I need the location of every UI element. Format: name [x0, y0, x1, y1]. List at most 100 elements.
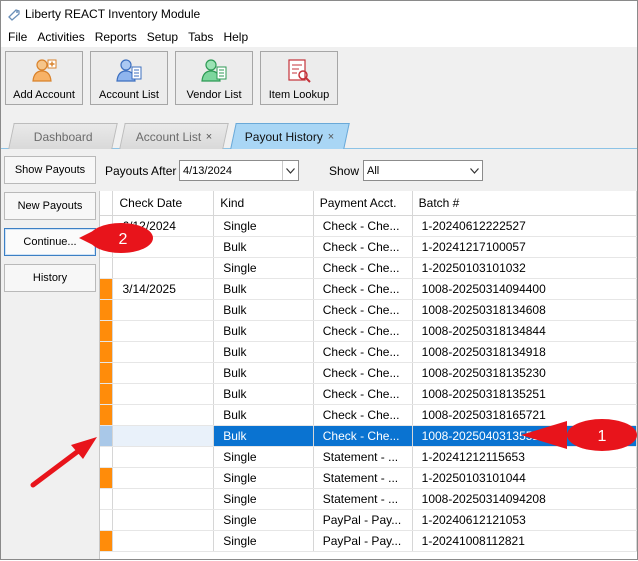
status-marker	[100, 362, 112, 382]
table-row[interactable]: Single Check - Che... 1-20250103101032	[100, 257, 637, 279]
payment-acct-cell: Check - Che...	[313, 341, 413, 363]
row-status-indicator	[100, 446, 114, 468]
row-status-indicator	[100, 404, 114, 426]
payment-acct-cell: Check - Che...	[313, 320, 413, 342]
check-date-cell	[112, 257, 215, 279]
row-status-indicator	[100, 509, 114, 531]
vendor-list-icon	[201, 59, 227, 82]
side-panel: Show Payouts New Payouts Continue... His…	[1, 150, 99, 559]
table-row[interactable]: 3/14/2025 Bulk Check - Che... 1008-20250314…	[100, 278, 637, 300]
check-date-cell	[112, 488, 215, 510]
payment-acct-cell: Statement - ...	[313, 488, 413, 510]
table-row[interactable]: Bulk Check - Che... 1008-20250403135518	[100, 425, 637, 447]
batch-cell: 1-20250103101044	[412, 467, 637, 489]
menu-help[interactable]: Help	[218, 30, 253, 44]
kind-cell: Bulk	[213, 425, 314, 447]
check-date-cell	[112, 236, 215, 258]
continue-button[interactable]: Continue...	[4, 228, 96, 256]
tab-account-list-label: Account List	[135, 129, 201, 144]
check-date-cell	[112, 341, 215, 363]
payment-acct-cell: Statement - ...	[313, 446, 413, 468]
batch-cell: 1-20240612222527	[412, 215, 637, 237]
table-row[interactable]: Bulk Check - Che... 1008-20250318134608	[100, 299, 637, 321]
table-row[interactable]: Single Statement - ... 1008-20250314094208	[100, 488, 637, 510]
show-filter-select[interactable]: All	[363, 160, 483, 181]
history-button[interactable]: History	[4, 264, 96, 292]
item-lookup-icon	[288, 59, 311, 83]
table-row[interactable]: Bulk Check - Che... 1008-20250318135251	[100, 383, 637, 405]
batch-cell: 1008-20250318134608	[412, 299, 637, 321]
kind-cell: Bulk	[213, 236, 314, 258]
tab-dashboard[interactable]: Dashboard	[8, 123, 118, 149]
account-list-button[interactable]: Account List	[90, 51, 168, 105]
menu-reports[interactable]: Reports	[90, 30, 142, 44]
row-status-indicator	[100, 320, 114, 342]
column-header-kind[interactable]: Kind	[213, 191, 314, 216]
vendor-list-label: Vendor List	[186, 89, 242, 101]
table-row[interactable]: Single PayPal - Pay... 1-20240612121053	[100, 509, 637, 531]
table-header-row: Check Date Kind Payment Acct. Batch #	[100, 191, 637, 216]
table-row[interactable]: Single Statement - ... 1-20241212115653	[100, 446, 637, 468]
table-row[interactable]: Bulk Check - Che... 1-20241217100057	[100, 236, 637, 258]
filter-bar: Payouts After 4/13/2024 Show All	[99, 150, 637, 188]
column-header-check-date[interactable]: Check Date	[112, 191, 215, 216]
menu-file[interactable]: File	[3, 30, 32, 44]
status-marker	[100, 404, 112, 424]
check-date-cell	[112, 467, 215, 489]
payment-acct-cell: Check - Che...	[313, 383, 413, 405]
batch-cell: 1008-20250314094400	[412, 278, 637, 300]
show-dropdown-chevron-icon[interactable]	[466, 161, 482, 180]
toolbar: Add Account Account List Vendor List Ite…	[1, 47, 637, 113]
tab-payout-history-close-icon[interactable]: ×	[328, 131, 334, 143]
tab-account-list[interactable]: Account List ×	[119, 123, 229, 149]
app-logo-icon	[8, 9, 20, 21]
menu-tabs[interactable]: Tabs	[183, 30, 218, 44]
tab-payout-history[interactable]: Payout History ×	[230, 123, 350, 149]
table-row[interactable]: Bulk Check - Che... 1008-20250318134918	[100, 341, 637, 363]
column-header-batch[interactable]: Batch #	[412, 191, 637, 216]
check-date-cell	[112, 404, 215, 426]
payment-acct-cell: Check - Che...	[313, 404, 413, 426]
column-header-payment-acct[interactable]: Payment Acct.	[313, 191, 413, 216]
kind-cell: Single	[213, 257, 314, 279]
status-marker	[100, 299, 112, 319]
batch-cell: 1008-20250314094208	[412, 488, 637, 510]
payment-acct-cell: PayPal - Pay...	[313, 509, 413, 531]
account-list-label: Account List	[99, 89, 159, 101]
kind-cell: Single	[213, 446, 314, 468]
batch-cell: 1008-20250318134918	[412, 341, 637, 363]
table-row[interactable]: Single PayPal - Pay... 1-20241008112821	[100, 530, 637, 552]
show-payouts-button[interactable]: Show Payouts	[4, 156, 96, 184]
show-label: Show	[329, 164, 360, 178]
batch-cell: 1-20240612121053	[412, 509, 637, 531]
table-row[interactable]: Bulk Check - Che... 1008-20250318135230	[100, 362, 637, 384]
payouts-table: Check Date Kind Payment Acct. Batch # 6/…	[100, 191, 637, 552]
payouts-table-body: 6/12/2024 Single Check - Che... 1-202406122…	[100, 215, 637, 552]
title-bar: Liberty REACT Inventory Module	[1, 1, 637, 27]
item-lookup-label: Item Lookup	[268, 89, 330, 101]
kind-cell: Single	[213, 488, 314, 510]
show-filter-value: All	[367, 164, 380, 177]
table-row[interactable]: Single Statement - ... 1-20250103101044	[100, 467, 637, 489]
new-payouts-button[interactable]: New Payouts	[4, 192, 96, 220]
tab-account-list-close-icon[interactable]: ×	[206, 131, 212, 143]
menu-activities[interactable]: Activities	[32, 30, 89, 44]
status-marker	[100, 467, 112, 487]
row-status-indicator	[100, 236, 114, 258]
payouts-after-date-picker[interactable]: 4/13/2024	[179, 160, 299, 181]
status-marker	[100, 341, 112, 361]
batch-cell: 1008-20250318134844	[412, 320, 637, 342]
add-account-label: Add Account	[13, 89, 75, 101]
payment-acct-cell: Statement - ...	[313, 467, 413, 489]
item-lookup-button[interactable]: Item Lookup	[260, 51, 338, 105]
table-row[interactable]: Bulk Check - Che... 1008-20250318165721	[100, 404, 637, 426]
table-row[interactable]: 6/12/2024 Single Check - Che... 1-202406122…	[100, 215, 637, 237]
vendor-list-button[interactable]: Vendor List	[175, 51, 253, 105]
menu-setup[interactable]: Setup	[142, 30, 183, 44]
row-status-indicator	[100, 530, 114, 552]
row-status-indicator	[100, 215, 114, 237]
table-row[interactable]: Bulk Check - Che... 1008-20250318134844	[100, 320, 637, 342]
add-account-button[interactable]: Add Account	[5, 51, 83, 105]
check-date-cell	[112, 446, 215, 468]
date-dropdown-chevron-icon[interactable]	[282, 161, 298, 180]
